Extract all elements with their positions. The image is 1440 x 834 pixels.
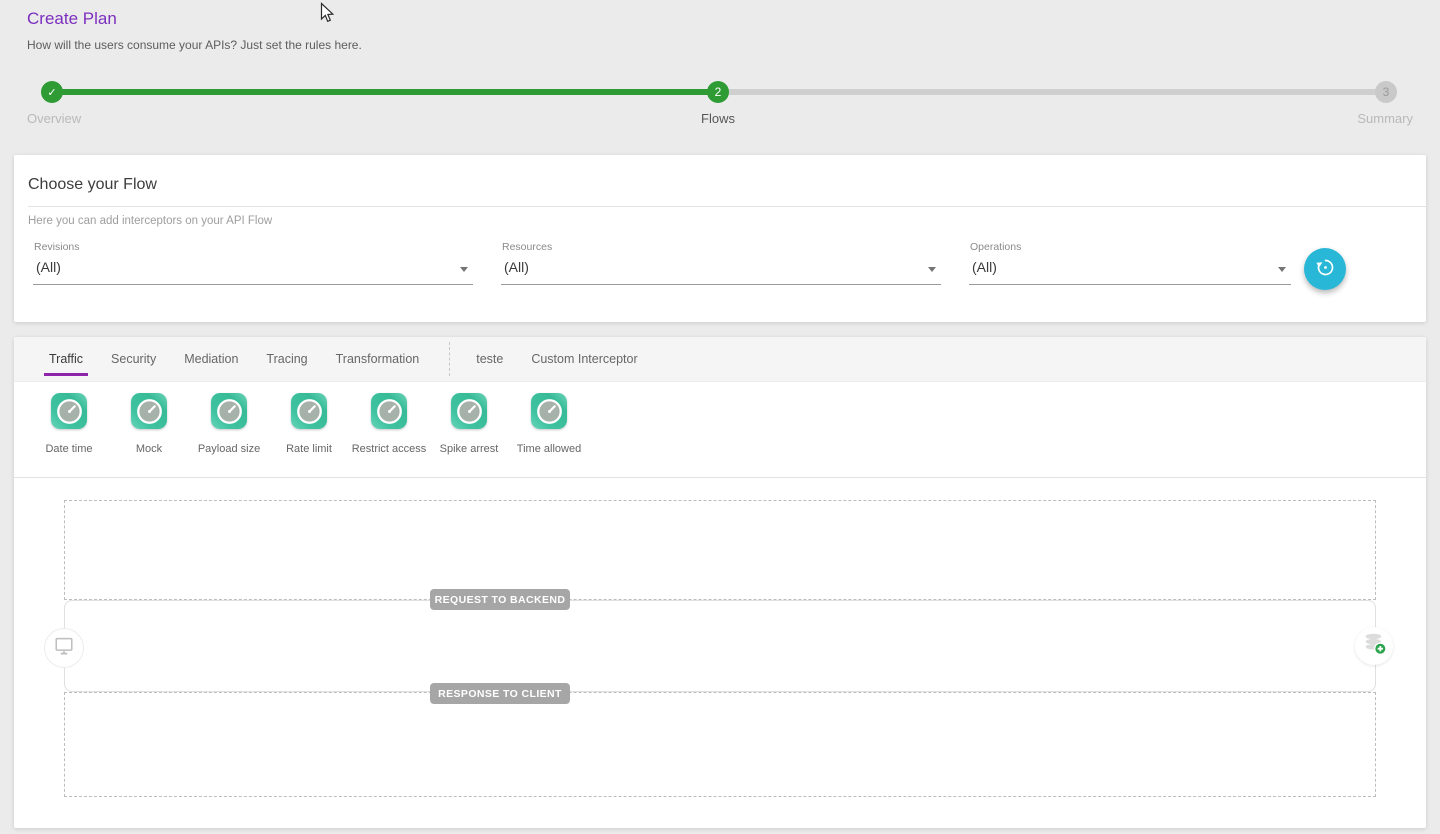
step-label-summary: Summary — [1357, 111, 1413, 126]
interceptor-label: Mock — [136, 443, 162, 455]
gauge-icon — [291, 393, 327, 429]
chevron-down-icon — [928, 267, 936, 272]
gauge-icon — [51, 393, 87, 429]
interceptor-label: Spike arrest — [440, 443, 499, 455]
resources-select[interactable]: Resources (All) — [501, 241, 941, 285]
card-subtitle: Here you can add interceptors on your AP… — [28, 215, 1426, 227]
api-flow-box — [64, 600, 1376, 692]
tab-teste[interactable]: teste — [462, 337, 517, 381]
divider — [28, 206, 1426, 207]
operations-label: Operations — [969, 241, 1291, 253]
operations-value: (All) — [969, 253, 1291, 285]
tab-security[interactable]: Security — [97, 337, 170, 381]
step-label-overview: Overview — [27, 111, 81, 126]
interceptor-time-allowed[interactable]: Time allowed — [509, 382, 589, 477]
request-to-backend-badge: REQUEST TO BACKEND — [430, 589, 570, 610]
step-circle-flows[interactable]: 2 — [707, 81, 729, 103]
restore-icon — [1315, 257, 1336, 281]
interceptor-label: Payload size — [198, 443, 260, 455]
revisions-select[interactable]: Revisions (All) — [33, 241, 473, 285]
interceptor-label: Date time — [45, 443, 92, 455]
page-header: Create Plan How will the users consume y… — [27, 9, 362, 52]
tab-mediation[interactable]: Mediation — [170, 337, 252, 381]
gauge-icon — [531, 393, 567, 429]
tab-traffic[interactable]: Traffic — [35, 337, 97, 381]
interceptor-date-time[interactable]: Date time — [29, 382, 109, 477]
response-to-client-badge: RESPONSE TO CLIENT — [430, 683, 570, 704]
chevron-down-icon — [1278, 267, 1286, 272]
step-circle-summary[interactable]: 3 — [1375, 81, 1397, 103]
interceptor-label: Rate limit — [286, 443, 332, 455]
tab-transformation[interactable]: Transformation — [322, 337, 434, 381]
refresh-flow-button[interactable] — [1304, 248, 1346, 290]
tab-tracing[interactable]: Tracing — [252, 337, 321, 381]
resources-value: (All) — [501, 253, 941, 285]
interceptor-restrict-access[interactable]: Restrict access — [349, 382, 429, 477]
gauge-icon — [371, 393, 407, 429]
page-subtitle: How will the users consume your APIs? Ju… — [27, 38, 362, 52]
step-number: 3 — [1383, 85, 1390, 99]
gauge-icon — [451, 393, 487, 429]
tab-divider — [449, 342, 450, 376]
step-number: 2 — [715, 85, 722, 99]
revisions-label: Revisions — [33, 241, 473, 253]
interceptor-label: Time allowed — [517, 443, 581, 455]
monitor-icon — [53, 635, 75, 662]
gauge-icon — [211, 393, 247, 429]
stepper-progress — [52, 89, 718, 95]
card-title: Choose your Flow — [28, 176, 1426, 194]
choose-flow-card: Choose your Flow Here you can add interc… — [14, 155, 1426, 322]
tab-custom-interceptor[interactable]: Custom Interceptor — [517, 337, 651, 381]
client-node — [44, 628, 84, 668]
interceptor-mock[interactable]: Mock — [109, 382, 189, 477]
interceptor-palette: Date time Mock Payload size Rate limit R… — [14, 382, 1426, 478]
check-icon: ✓ — [47, 86, 56, 99]
mouse-cursor — [320, 2, 335, 30]
revisions-value: (All) — [33, 253, 473, 285]
chevron-down-icon — [460, 267, 468, 272]
request-flow-dropzone[interactable] — [64, 500, 1376, 600]
interceptors-card: Traffic Security Mediation Tracing Trans… — [14, 337, 1426, 828]
interceptor-tabbar: Traffic Security Mediation Tracing Trans… — [14, 337, 1426, 382]
filters-row: Revisions (All) Resources (All) Operatio… — [33, 241, 1346, 290]
operations-select[interactable]: Operations (All) — [969, 241, 1291, 285]
response-flow-dropzone[interactable] — [64, 692, 1376, 797]
gauge-icon — [131, 393, 167, 429]
page-title: Create Plan — [27, 9, 362, 29]
step-label-flows: Flows — [701, 111, 735, 126]
resources-label: Resources — [501, 241, 941, 253]
interceptor-rate-limit[interactable]: Rate limit — [269, 382, 349, 477]
database-add-icon — [1361, 630, 1388, 662]
interceptor-spike-arrest[interactable]: Spike arrest — [429, 382, 509, 477]
interceptor-label: Restrict access — [352, 443, 427, 455]
step-circle-overview[interactable]: ✓ — [41, 81, 63, 103]
add-backend-button[interactable] — [1355, 627, 1393, 665]
interceptor-payload-size[interactable]: Payload size — [189, 382, 269, 477]
